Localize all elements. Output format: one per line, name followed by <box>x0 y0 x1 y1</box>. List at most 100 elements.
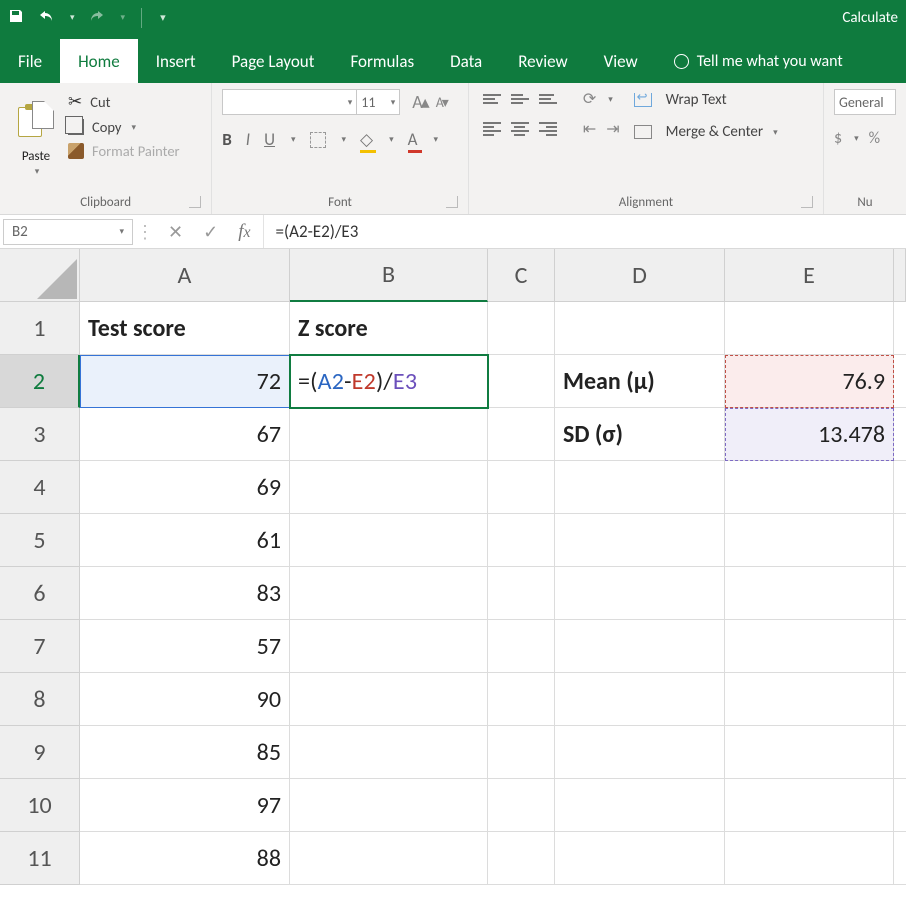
font-size-combo[interactable]: 11▾ <box>356 89 400 115</box>
cell-D5[interactable] <box>555 514 725 567</box>
fill-color-button[interactable]: ◇ <box>360 129 373 150</box>
cell-E6[interactable] <box>725 567 894 620</box>
cell-F10[interactable] <box>894 779 906 832</box>
percent-format-icon[interactable]: % <box>869 129 880 148</box>
font-family-combo[interactable]: ▾ <box>222 89 357 115</box>
dialog-launcher-icon[interactable] <box>446 196 458 208</box>
font-color-dropdown-icon[interactable]: ▾ <box>434 134 439 145</box>
align-middle-icon[interactable] <box>511 94 529 104</box>
tab-insert[interactable]: Insert <box>138 39 214 83</box>
tab-data[interactable]: Data <box>432 39 500 83</box>
row-header-10[interactable]: 10 <box>0 779 80 832</box>
cell-D11[interactable] <box>555 832 725 885</box>
cell-E5[interactable] <box>725 514 894 567</box>
bold-button[interactable]: B <box>222 129 232 150</box>
cell-D6[interactable] <box>555 567 725 620</box>
font-color-button[interactable]: A <box>408 129 418 150</box>
col-header-C[interactable]: C <box>488 249 555 302</box>
cell-C1[interactable] <box>488 302 555 355</box>
row-header-2[interactable]: 2 <box>0 355 80 408</box>
accounting-format-icon[interactable]: $ <box>834 129 842 148</box>
cell-F8[interactable] <box>894 673 906 726</box>
align-center-icon[interactable] <box>511 122 529 136</box>
col-header-extra[interactable] <box>894 249 906 302</box>
cell-B6[interactable] <box>290 567 488 620</box>
cell-F5[interactable] <box>894 514 906 567</box>
dialog-launcher-icon[interactable] <box>189 196 201 208</box>
cell-F9[interactable] <box>894 726 906 779</box>
decrease-indent-icon[interactable]: ⇤ <box>583 119 596 139</box>
cell-C10[interactable] <box>488 779 555 832</box>
cell-E2[interactable]: 76.9 <box>725 355 894 408</box>
cell-E4[interactable] <box>725 461 894 514</box>
cell-A1[interactable]: Test score <box>80 302 290 355</box>
cell-B7[interactable] <box>290 620 488 673</box>
cell-C3[interactable] <box>488 408 555 461</box>
increase-indent-icon[interactable]: ⇥ <box>606 119 619 139</box>
tab-home[interactable]: Home <box>60 39 138 83</box>
row-header-4[interactable]: 4 <box>0 461 80 514</box>
copy-button[interactable]: Copy▾ <box>68 118 180 136</box>
decrease-font-icon[interactable]: A▾ <box>436 94 447 111</box>
cell-D9[interactable] <box>555 726 725 779</box>
undo-dropdown-icon[interactable]: ▾ <box>70 12 75 23</box>
row-header-8[interactable]: 8 <box>0 673 80 726</box>
cell-B10[interactable] <box>290 779 488 832</box>
cell-F11[interactable] <box>894 832 906 885</box>
borders-dropdown-icon[interactable]: ▾ <box>342 134 347 145</box>
cell-F6[interactable] <box>894 567 906 620</box>
save-icon[interactable] <box>8 8 24 28</box>
align-bottom-icon[interactable] <box>539 94 557 104</box>
col-header-A[interactable]: A <box>80 249 290 302</box>
cell-E7[interactable] <box>725 620 894 673</box>
cell-C9[interactable] <box>488 726 555 779</box>
cell-C7[interactable] <box>488 620 555 673</box>
cell-D10[interactable] <box>555 779 725 832</box>
format-painter-button[interactable]: Format Painter <box>68 142 180 160</box>
cell-F7[interactable] <box>894 620 906 673</box>
name-box-resize[interactable]: ⋮ <box>136 221 156 243</box>
cell-F2[interactable] <box>894 355 906 408</box>
cell-A10[interactable]: 97 <box>80 779 290 832</box>
cell-B1[interactable]: Z score <box>290 302 488 355</box>
cell-B2[interactable]: =(A2-E2)/E3 <box>290 355 488 408</box>
align-top-icon[interactable] <box>483 94 501 104</box>
tab-formulas[interactable]: Formulas <box>332 39 432 83</box>
align-left-icon[interactable] <box>483 122 501 136</box>
cell-D2[interactable]: Mean (μ) <box>555 355 725 408</box>
cell-D4[interactable] <box>555 461 725 514</box>
cell-A6[interactable]: 83 <box>80 567 290 620</box>
cut-button[interactable]: ✂Cut <box>68 91 180 112</box>
cell-A11[interactable]: 88 <box>80 832 290 885</box>
cell-B8[interactable] <box>290 673 488 726</box>
cell-F4[interactable] <box>894 461 906 514</box>
cancel-formula-icon[interactable]: ✕ <box>168 221 183 243</box>
underline-dropdown-icon[interactable]: ▾ <box>291 134 296 145</box>
formula-input[interactable]: =(A2-E2)/E3 <box>263 215 906 248</box>
italic-button[interactable]: I <box>246 129 250 150</box>
col-header-B[interactable]: B <box>290 249 488 302</box>
row-header-1[interactable]: 1 <box>0 302 80 355</box>
cell-B5[interactable] <box>290 514 488 567</box>
cell-D1[interactable] <box>555 302 725 355</box>
row-header-9[interactable]: 9 <box>0 726 80 779</box>
insert-function-icon[interactable]: fx <box>238 221 250 243</box>
cell-B9[interactable] <box>290 726 488 779</box>
cell-D7[interactable] <box>555 620 725 673</box>
select-all-corner[interactable] <box>0 249 80 302</box>
row-header-11[interactable]: 11 <box>0 832 80 885</box>
tab-page-layout[interactable]: Page Layout <box>214 39 333 83</box>
wrap-text-button[interactable]: Wrap Text <box>634 91 778 109</box>
tab-view[interactable]: View <box>586 39 656 83</box>
row-header-7[interactable]: 7 <box>0 620 80 673</box>
cell-E9[interactable] <box>725 726 894 779</box>
cell-C2[interactable] <box>488 355 555 408</box>
cell-A2[interactable]: 72 <box>80 355 290 408</box>
paste-button[interactable]: Paste ▾ <box>10 87 62 191</box>
orientation-dropdown-icon[interactable]: ▾ <box>608 94 613 105</box>
cell-C8[interactable] <box>488 673 555 726</box>
cell-A8[interactable]: 90 <box>80 673 290 726</box>
undo-icon[interactable] <box>38 8 54 28</box>
cell-F1[interactable] <box>894 302 906 355</box>
name-box[interactable]: B2 ▾ <box>3 219 133 245</box>
